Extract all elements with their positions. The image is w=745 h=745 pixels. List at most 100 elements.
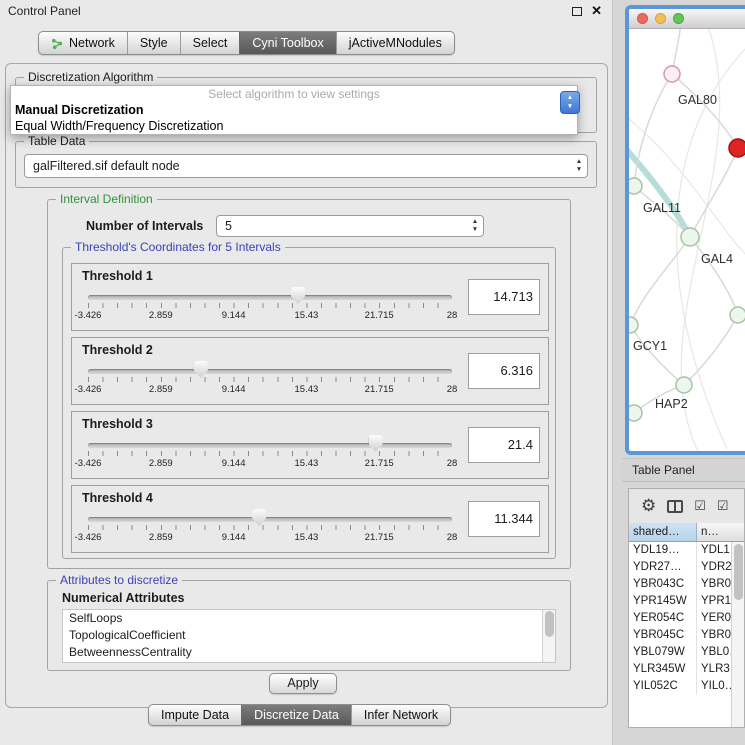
node-hap2[interactable] [676, 377, 692, 393]
tab-select[interactable]: Select [180, 32, 240, 54]
scrollbar-thumb[interactable] [734, 544, 743, 600]
cell[interactable]: YIL052C [629, 678, 697, 695]
select-all-icon[interactable] [694, 498, 706, 514]
tab-label: Network [69, 32, 115, 55]
node-gal4[interactable] [681, 228, 699, 246]
threshold-value-field[interactable]: 21.4 [468, 427, 540, 463]
gear-icon[interactable] [641, 496, 656, 516]
numerical-attributes-list[interactable]: SelfLoops TopologicalCoefficient Between… [62, 609, 556, 663]
group-label: Interval Definition [56, 192, 157, 206]
combobox-stepper-icon[interactable]: ▲▼ [467, 216, 483, 236]
table-row[interactable]: YBR045C YBR0… [629, 627, 744, 644]
network-window-titlebar[interactable] [629, 9, 745, 29]
list-item[interactable]: BetweennessCentrality [63, 644, 555, 661]
threshold-3-slider[interactable]: -3.426 2.859 9.144 15.43 21.715 28 [88, 434, 452, 476]
group-label: Discretization Algorithm [24, 70, 157, 84]
list-item[interactable]: TopologicalCoefficient [63, 627, 555, 644]
cell[interactable]: YDL19… [629, 542, 697, 559]
tick-label: 15.43 [295, 458, 319, 469]
cell[interactable]: YDR27… [629, 559, 697, 576]
list-item[interactable]: SelfLoops [63, 610, 555, 627]
cell[interactable]: YBL079W [629, 644, 697, 661]
threshold-4-slider[interactable]: -3.426 2.859 9.144 15.43 21.715 28 [88, 508, 452, 550]
threshold-value-field[interactable]: 14.713 [468, 279, 540, 315]
tick-label: -3.426 [75, 310, 102, 321]
combobox-stepper-icon[interactable]: ▲▼ [571, 155, 587, 177]
cell[interactable]: YPR145W [629, 593, 697, 610]
table-row[interactable]: YBR043C YBR0… [629, 576, 744, 593]
zoom-traffic-light-icon[interactable] [673, 13, 684, 24]
tick-label: 21.715 [365, 384, 394, 395]
threshold-value-field[interactable]: 6.316 [468, 353, 540, 389]
slider-track[interactable] [88, 295, 452, 300]
table-row[interactable]: YDR27… YDR2… [629, 559, 744, 576]
table-panel-header: Table Panel [622, 458, 745, 482]
close-traffic-light-icon[interactable] [637, 13, 648, 24]
slider-track[interactable] [88, 369, 452, 374]
node[interactable] [629, 405, 642, 421]
tab-style[interactable]: Style [127, 32, 180, 54]
algorithm-combobox-stepper-icon[interactable]: ▲▼ [560, 91, 580, 114]
table-row[interactable]: YER054C YER0… [629, 610, 744, 627]
table-row[interactable]: YPR145W YPR1… [629, 593, 744, 610]
slider-handle[interactable] [194, 361, 208, 378]
minimize-icon[interactable] [572, 7, 582, 16]
table-row[interactable]: YBL079W YBL0… [629, 644, 744, 661]
threshold-1-slider[interactable]: -3.426 2.859 9.144 15.43 21.715 28 [88, 286, 452, 328]
table-row[interactable]: YLR345W YLR3… [629, 661, 744, 678]
table-panel-window: shared… n… YDL19… YDL1… YDR27… YDR2… YBR… [628, 488, 745, 728]
threshold-3-panel: Threshold 3 -3.426 2.859 9.144 15.43 21.… [71, 411, 549, 479]
tab-impute-data[interactable]: Impute Data [149, 705, 241, 725]
table-row[interactable]: YIL052C YIL0… [629, 678, 744, 695]
column-selector-icon[interactable] [667, 500, 683, 513]
select-checkbox-icon[interactable] [717, 498, 729, 514]
table-scrollbar[interactable] [731, 542, 744, 728]
slider-handle[interactable] [369, 435, 383, 452]
threshold-value-field[interactable]: 11.344 [468, 501, 540, 537]
tab-network[interactable]: Network [39, 32, 127, 54]
tab-cyni-toolbox[interactable]: Cyni Toolbox [239, 32, 335, 54]
node[interactable] [730, 307, 745, 323]
column-header-shared-name[interactable]: shared… [629, 523, 697, 541]
node-gcy1[interactable] [629, 317, 638, 333]
cell[interactable]: YBR043C [629, 576, 697, 593]
tab-infer-network[interactable]: Infer Network [351, 705, 450, 725]
tick-label: -3.426 [75, 384, 102, 395]
group-label: Table Data [24, 134, 89, 148]
minimize-traffic-light-icon[interactable] [655, 13, 666, 24]
network-canvas[interactable]: GAL80 GAL11 GAL4 GCY1 HAP2 [629, 29, 745, 454]
number-of-intervals-label: Number of Intervals [86, 219, 203, 233]
apply-button[interactable]: Apply [269, 673, 337, 694]
slider-handle[interactable] [252, 509, 266, 526]
tick-label: 9.144 [222, 384, 246, 395]
scrollbar-thumb[interactable] [545, 611, 554, 637]
tab-jactivemnodules[interactable]: jActiveMNodules [336, 32, 454, 54]
popup-option-equal-width-frequency[interactable]: Equal Width/Frequency Discretization [11, 118, 577, 134]
table-data-combobox[interactable]: galFiltered.sif default node ▲▼ [24, 154, 588, 178]
tab-label: Discretize Data [254, 705, 339, 726]
threshold-2-slider[interactable]: -3.426 2.859 9.144 15.43 21.715 28 [88, 360, 452, 402]
node-gal11[interactable] [629, 178, 642, 194]
table-body: YDL19… YDL1… YDR27… YDR2… YBR043C YBR0… … [629, 542, 744, 728]
close-icon[interactable] [591, 3, 602, 19]
tick-label: 2.859 [149, 310, 173, 321]
cell[interactable]: YER054C [629, 610, 697, 627]
algorithm-dropdown-popup: Select algorithm to view settings Manual… [10, 85, 578, 135]
tick-label: 21.715 [365, 458, 394, 469]
node-selected[interactable] [729, 139, 745, 157]
popup-option-manual-discretization[interactable]: Manual Discretization [11, 102, 577, 118]
cell[interactable]: YLR345W [629, 661, 697, 678]
number-of-intervals-combobox[interactable]: 5 ▲▼ [216, 215, 484, 237]
slider-track[interactable] [88, 443, 452, 448]
tab-discretize-data[interactable]: Discretize Data [241, 705, 351, 725]
column-header-name[interactable]: n… [697, 523, 744, 541]
cell[interactable]: YBR045C [629, 627, 697, 644]
slider-handle[interactable] [291, 287, 305, 304]
table-row[interactable]: YDL19… YDL1… [629, 542, 744, 559]
slider-track[interactable] [88, 517, 452, 522]
node[interactable] [664, 66, 680, 82]
list-scrollbar[interactable] [542, 610, 555, 662]
tick-label: 9.144 [222, 310, 246, 321]
cyni-toolbox-panel: Discretization Algorithm Table Data galF… [5, 63, 608, 708]
tick-label: 9.144 [222, 458, 246, 469]
